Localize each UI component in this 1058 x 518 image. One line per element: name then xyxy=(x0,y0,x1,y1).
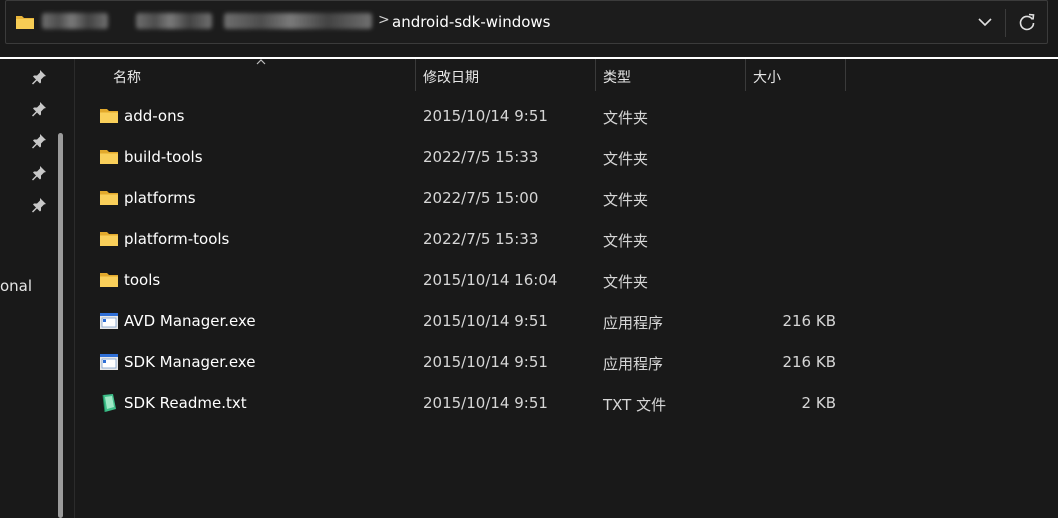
file-type: 文件夹 xyxy=(603,109,649,127)
file-type: 应用程序 xyxy=(603,314,664,332)
folder-icon xyxy=(99,270,119,290)
column-header-name-label: 名称 xyxy=(113,70,141,86)
nav-scrollbar[interactable] xyxy=(58,133,63,518)
file-row[interactable]: tools 2015/10/14 16:04 文件夹 xyxy=(80,260,850,301)
file-name[interactable]: SDK Manager.exe xyxy=(124,353,255,371)
column-header-size-label: 大小 xyxy=(753,70,781,86)
file-row[interactable]: platform-tools 2022/7/5 15:33 文件夹 xyxy=(80,219,850,260)
file-date: 2022/7/5 15:33 xyxy=(423,148,539,166)
file-name[interactable]: build-tools xyxy=(124,148,203,166)
breadcrumb-redacted[interactable] xyxy=(136,13,212,29)
breadcrumb-redacted[interactable] xyxy=(224,13,372,29)
file-date: 2015/10/14 9:51 xyxy=(423,107,548,125)
file-type: 文件夹 xyxy=(603,232,649,250)
nav-item-label[interactable]: onal xyxy=(0,277,32,295)
file-date: 2015/10/14 9:51 xyxy=(423,394,548,412)
folder-icon xyxy=(99,229,119,249)
pin-icon[interactable] xyxy=(31,197,47,213)
pin-icon[interactable] xyxy=(31,69,47,85)
column-header-date[interactable]: 修改日期 xyxy=(416,59,596,91)
address-bar-divider xyxy=(1005,9,1006,37)
folder-icon xyxy=(99,188,119,208)
file-row[interactable]: build-tools 2022/7/5 15:33 文件夹 xyxy=(80,137,850,178)
chevron-down-icon[interactable] xyxy=(974,11,996,33)
breadcrumb-separator-icon: > xyxy=(378,12,390,28)
application-icon xyxy=(99,311,119,331)
file-type: TXT 文件 xyxy=(603,396,667,414)
file-name[interactable]: platforms xyxy=(124,189,196,207)
folder-icon xyxy=(99,106,119,126)
file-type: 文件夹 xyxy=(603,191,649,209)
file-row[interactable]: add-ons 2015/10/14 9:51 文件夹 xyxy=(80,96,850,137)
file-type: 文件夹 xyxy=(603,273,649,291)
address-bar[interactable]: > android-sdk-windows xyxy=(5,0,1048,44)
application-icon xyxy=(99,352,119,372)
file-size: 216 KB xyxy=(782,353,836,371)
file-type: 文件夹 xyxy=(603,150,649,168)
column-header-type[interactable]: 类型 xyxy=(596,59,746,91)
pin-icon[interactable] xyxy=(31,165,47,181)
file-date: 2015/10/14 16:04 xyxy=(423,271,558,289)
file-date: 2022/7/5 15:33 xyxy=(423,230,539,248)
column-header-size[interactable]: 大小 xyxy=(746,59,846,91)
pin-icon[interactable] xyxy=(31,133,47,149)
breadcrumb-current[interactable]: android-sdk-windows xyxy=(392,13,551,31)
file-row[interactable]: SDK Readme.txt 2015/10/14 9:51 TXT 文件 2 KB xyxy=(80,383,850,424)
folder-icon xyxy=(99,147,119,167)
pane-divider[interactable] xyxy=(74,59,75,518)
column-divider[interactable] xyxy=(845,59,846,91)
column-header-date-label: 修改日期 xyxy=(423,70,479,86)
pin-icon[interactable] xyxy=(31,101,47,117)
file-name[interactable]: SDK Readme.txt xyxy=(124,394,247,412)
file-row[interactable]: AVD Manager.exe 2015/10/14 9:51 应用程序 216 KB xyxy=(80,301,850,342)
file-name[interactable]: add-ons xyxy=(124,107,184,125)
file-name[interactable]: platform-tools xyxy=(124,230,229,248)
file-name[interactable]: AVD Manager.exe xyxy=(124,312,256,330)
column-header-name[interactable]: 名称 xyxy=(76,59,416,91)
refresh-icon[interactable] xyxy=(1016,11,1038,33)
file-size: 2 KB xyxy=(801,394,836,412)
text-file-icon xyxy=(99,393,119,413)
file-date: 2015/10/14 9:51 xyxy=(423,312,548,330)
file-explorer-window: > android-sdk-windows onal 名称 修改日期 类型 大小… xyxy=(0,0,1058,518)
sort-ascending-icon xyxy=(256,59,266,65)
file-date: 2015/10/14 9:51 xyxy=(423,353,548,371)
file-row[interactable]: SDK Manager.exe 2015/10/14 9:51 应用程序 216 KB xyxy=(80,342,850,383)
file-name[interactable]: tools xyxy=(124,271,160,289)
column-header-type-label: 类型 xyxy=(603,70,631,86)
breadcrumb-redacted[interactable] xyxy=(42,13,108,29)
file-date: 2022/7/5 15:00 xyxy=(423,189,539,207)
folder-icon xyxy=(16,16,34,29)
file-row[interactable]: platforms 2022/7/5 15:00 文件夹 xyxy=(80,178,850,219)
file-type: 应用程序 xyxy=(603,355,664,373)
navigation-pane: onal xyxy=(0,59,75,518)
file-size: 216 KB xyxy=(782,312,836,330)
